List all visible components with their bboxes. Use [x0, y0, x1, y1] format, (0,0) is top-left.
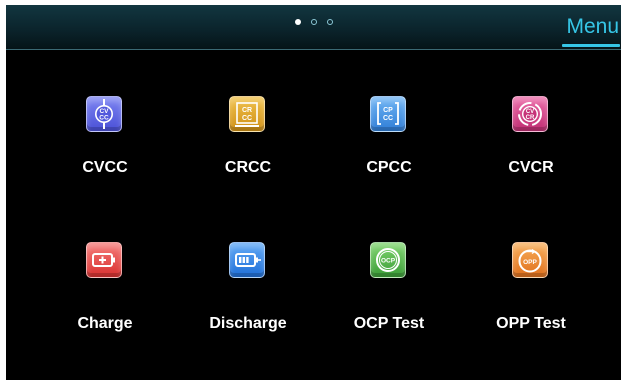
crcc-icon-text-top: CR — [242, 107, 252, 114]
menu-underline — [562, 44, 620, 47]
mode-tile-opp-test[interactable]: OPP OPP Test — [471, 242, 591, 342]
cpcc-icon: CP CC — [370, 96, 406, 132]
tile-label-opp-test: OPP Test — [496, 315, 566, 332]
mode-tile-crcc[interactable]: CR CC CRCC — [188, 96, 308, 196]
opp-test-icon: OPP — [512, 242, 548, 278]
cvcc-icon: CV CC — [86, 96, 122, 132]
app-screen: Menu CV CC CVCC CR CC CRCC CP CC CPCC CV… — [6, 5, 621, 380]
cpcc-icon-text-bottom: CC — [383, 115, 393, 122]
tile-label-ocp-test: OCP Test — [353, 315, 425, 332]
mode-tile-discharge[interactable]: Discharge — [188, 242, 308, 342]
tile-label-crcc: CRCC — [224, 159, 272, 176]
tile-label-cvcc: CVCC — [82, 159, 128, 176]
mode-tile-cvcr[interactable]: CV CR CVCR — [471, 96, 591, 196]
ocp-test-icon: OCP — [370, 242, 406, 278]
top-bar: Menu — [6, 5, 621, 50]
mode-tile-cpcc[interactable]: CP CC CPCC — [329, 96, 449, 196]
tile-label-discharge: Discharge — [209, 315, 287, 332]
crcc-icon-text-bottom: CC — [242, 115, 252, 122]
cvcr-icon: CV CR — [512, 96, 548, 132]
mode-tile-cvcc[interactable]: CV CC CVCC — [45, 96, 165, 196]
ocp-icon-text: OCP — [381, 258, 396, 265]
menu-button[interactable]: Menu — [566, 15, 621, 43]
opp-icon-text: OPP — [523, 259, 537, 266]
cvcc-icon-text-bottom: CC — [99, 115, 109, 122]
mode-tile-charge[interactable]: Charge — [45, 242, 165, 342]
cpcc-icon-text-top: CP — [383, 107, 393, 114]
cvcr-icon-text-bottom: CR — [526, 115, 535, 121]
tile-label-cpcc: CPCC — [366, 159, 412, 176]
page-indicator — [6, 19, 621, 25]
crcc-icon: CR CC — [229, 96, 265, 132]
tile-label-cvcr: CVCR — [508, 159, 554, 176]
battery-charge-icon — [86, 242, 122, 278]
page-dot[interactable] — [326, 19, 333, 25]
page-dot[interactable] — [310, 19, 317, 25]
tile-label-charge: Charge — [77, 315, 133, 332]
battery-discharge-icon — [229, 242, 265, 278]
mode-tile-ocp-test[interactable]: OCP OCP Test — [329, 242, 449, 342]
page-dot-active[interactable] — [294, 19, 301, 25]
